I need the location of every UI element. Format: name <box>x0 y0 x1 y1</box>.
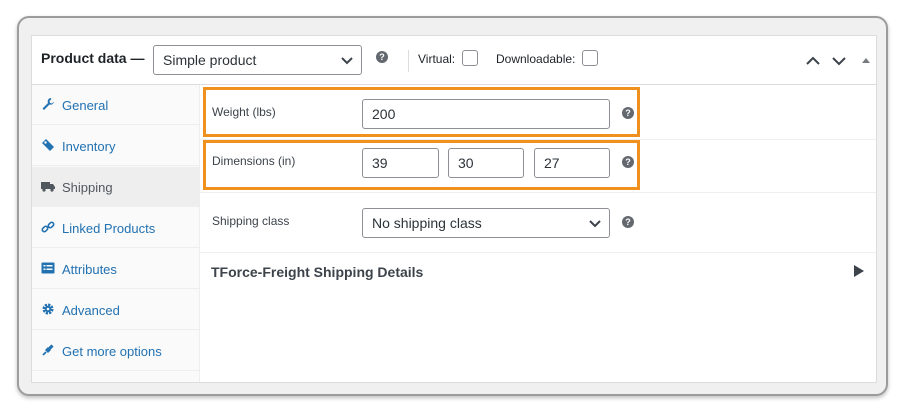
product-data-title: Product data — <box>41 50 145 66</box>
tab-general-label: General <box>62 98 109 113</box>
chevron-down-icon <box>589 220 601 228</box>
downloadable-checkbox[interactable] <box>582 50 598 66</box>
tab-general[interactable]: General <box>32 85 199 125</box>
product-type-select[interactable]: Simple product <box>153 45 362 75</box>
tab-attributes[interactable]: Attributes <box>32 249 199 289</box>
shipping-class-value: No shipping class <box>372 215 482 231</box>
shipping-class-label: Shipping class <box>212 214 290 228</box>
list-icon <box>41 262 55 274</box>
tab-advanced[interactable]: Advanced <box>32 290 199 330</box>
move-up-icon[interactable] <box>804 52 822 70</box>
shipping-panel: Weight (lbs) 200 ? Dimensions (in) 39 30… <box>200 85 876 382</box>
tforce-section-title[interactable]: TForce-Freight Shipping Details <box>211 264 423 280</box>
product-data-panel: Product data — Simple product ? Virtual:… <box>31 35 877 383</box>
weight-highlight <box>203 87 640 137</box>
shipping-class-select[interactable]: No shipping class <box>362 208 610 238</box>
move-down-icon[interactable] <box>830 52 848 70</box>
expand-arrow-icon[interactable] <box>854 265 864 277</box>
tab-shipping-label: Shipping <box>62 180 113 195</box>
product-data-tabs: General Inventory Shipping Linked Produc… <box>32 85 200 382</box>
tab-advanced-label: Advanced <box>62 303 120 318</box>
row-divider <box>200 252 876 253</box>
toggle-panel-icon[interactable] <box>857 52 875 70</box>
row-divider <box>200 192 876 193</box>
virtual-label: Virtual: <box>418 52 456 66</box>
truck-icon <box>41 182 55 192</box>
shipping-class-help-icon[interactable]: ? <box>622 216 634 228</box>
dimensions-highlight <box>203 140 640 190</box>
tab-get-more-options[interactable]: Get more options <box>32 331 199 371</box>
plugin-icon <box>42 344 54 356</box>
tab-inventory-label: Inventory <box>62 139 116 154</box>
tag-icon <box>42 139 54 151</box>
product-type-value: Simple product <box>163 52 257 68</box>
tab-attributes-label: Attributes <box>62 262 117 277</box>
tab-get-more-options-label: Get more options <box>62 344 162 359</box>
gear-icon <box>42 303 54 315</box>
downloadable-label: Downloadable: <box>496 52 576 66</box>
link-icon <box>41 221 55 233</box>
chevron-down-icon <box>341 57 353 65</box>
tab-inventory[interactable]: Inventory <box>32 126 199 166</box>
tab-linked-products[interactable]: Linked Products <box>32 208 199 248</box>
wrench-icon <box>42 98 54 110</box>
header-divider <box>408 50 409 72</box>
product-data-header: Product data — Simple product ? Virtual:… <box>32 36 876 85</box>
virtual-checkbox[interactable] <box>462 50 478 66</box>
tab-linked-products-label: Linked Products <box>62 221 156 236</box>
help-icon[interactable]: ? <box>376 51 388 63</box>
tab-shipping[interactable]: Shipping <box>32 167 199 207</box>
